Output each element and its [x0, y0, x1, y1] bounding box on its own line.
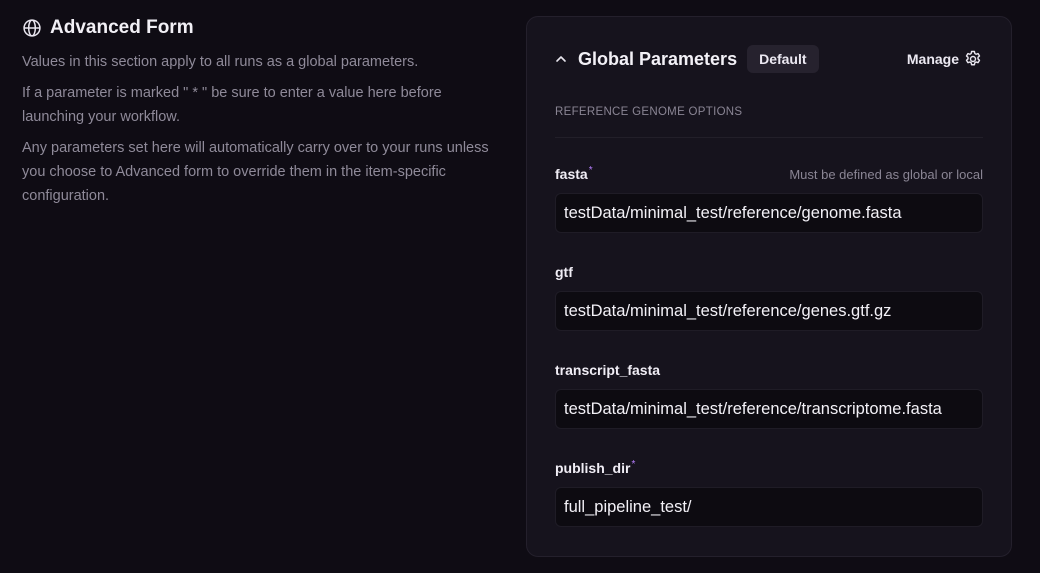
- field-hint-fasta: Must be defined as global or local: [789, 167, 983, 182]
- field-label-row: gtf: [555, 264, 983, 282]
- field-transcript-fasta: transcript_fasta testData/minimal_test/r…: [555, 362, 983, 429]
- field-fasta: fasta * Must be defined as global or loc…: [555, 165, 983, 233]
- globe-icon: [23, 19, 41, 37]
- info-paragraph-1: Values in this section apply to all runs…: [22, 54, 419, 70]
- advanced-form-title: Advanced Form: [50, 17, 194, 38]
- field-label-fasta: fasta: [555, 166, 588, 182]
- default-badge: Default: [747, 45, 819, 73]
- gtf-input[interactable]: testData/minimal_test/reference/genes.gt…: [555, 291, 983, 331]
- required-marker: *: [588, 165, 593, 176]
- required-marker: *: [631, 459, 636, 470]
- advanced-form-info: Advanced Form Values in this section app…: [22, 16, 492, 215]
- field-label-gtf: gtf: [555, 264, 573, 280]
- info-paragraph-2: If a parameter is marked " * " be sure t…: [22, 85, 442, 125]
- fasta-input[interactable]: testData/minimal_test/reference/genome.f…: [555, 193, 983, 233]
- advanced-form-header: Advanced Form: [22, 16, 492, 40]
- panel-header: Global Parameters Default Manage: [555, 44, 983, 74]
- field-publish-dir: publish_dir * full_pipeline_test/: [555, 459, 983, 527]
- info-paragraph-3: Any parameters set here will automatical…: [22, 140, 489, 204]
- manage-button[interactable]: Manage: [907, 49, 983, 69]
- panel-title[interactable]: Global Parameters: [578, 49, 737, 70]
- field-label-publish-dir: publish_dir: [555, 460, 631, 476]
- global-parameters-panel: Global Parameters Default Manage REFEREN…: [526, 16, 1012, 557]
- field-label-transcript-fasta: transcript_fasta: [555, 362, 661, 378]
- field-label-row: transcript_fasta: [555, 362, 983, 380]
- field-label-row: fasta * Must be defined as global or loc…: [555, 165, 983, 184]
- gear-icon: [965, 50, 981, 66]
- chevron-up-icon[interactable]: [555, 53, 567, 65]
- publish-dir-input[interactable]: full_pipeline_test/: [555, 487, 983, 527]
- section-divider: [555, 137, 983, 138]
- field-gtf: gtf testData/minimal_test/reference/gene…: [555, 264, 983, 331]
- section-label: REFERENCE GENOME OPTIONS: [555, 106, 743, 118]
- field-label-row: publish_dir *: [555, 459, 983, 478]
- manage-label: Manage: [906, 51, 959, 67]
- transcript-fasta-input[interactable]: testData/minimal_test/reference/transcri…: [555, 389, 983, 429]
